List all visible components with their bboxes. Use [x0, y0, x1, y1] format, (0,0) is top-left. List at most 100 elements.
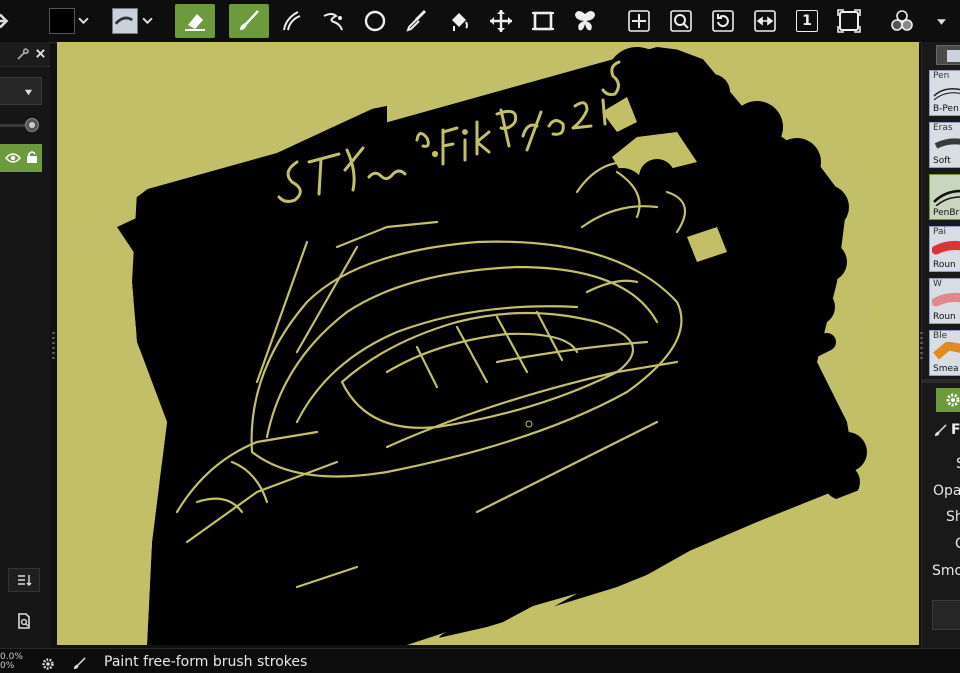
gear-icon: [946, 393, 960, 407]
property-label-smoothing: Smo: [932, 563, 960, 579]
brush-panel: Pen B-Pen Eras Soft PenBru Pai Roun W Ro…: [920, 42, 960, 648]
frame-tool-button[interactable]: [525, 4, 561, 38]
property-label-color: C: [955, 536, 960, 552]
caret-down-icon[interactable]: [934, 11, 948, 31]
brush-stroke-preview: [933, 88, 960, 101]
brush-stroke-preview: [932, 240, 960, 255]
caret-down-icon: [24, 89, 33, 96]
color-swatch: [49, 8, 75, 34]
wrench-icon[interactable]: [16, 47, 30, 61]
color-swatch-button[interactable]: [48, 4, 76, 38]
smudge-icon: [283, 11, 301, 31]
zoom-icon: [670, 10, 692, 32]
pan-icon: [628, 10, 650, 32]
brush-preset-watercolor[interactable]: W Roun: [929, 278, 960, 324]
brush-preset-eraser[interactable]: Eras Soft: [929, 122, 960, 168]
slider-handle[interactable]: [25, 118, 39, 132]
reset-zoom-icon: 1: [796, 10, 818, 32]
smooth-stroke-icon: [323, 13, 343, 31]
fit-view-button[interactable]: [831, 4, 867, 38]
settings-title: F: [951, 422, 960, 438]
rotate-view-button[interactable]: [705, 4, 741, 38]
brush-stroke-preview: [933, 342, 960, 360]
brush-settings-header: F: [922, 419, 960, 441]
color-picker-button[interactable]: [399, 4, 435, 38]
move-icon: [490, 10, 512, 32]
property-label-shape: Sh: [946, 509, 960, 525]
brush-preset-blend[interactable]: Ble Smea: [929, 330, 960, 376]
brush-category-label: Ble: [933, 331, 948, 341]
right-splitter[interactable]: [920, 332, 923, 362]
frame-icon: [532, 11, 554, 31]
circles-icon: [891, 10, 913, 31]
gear-icon[interactable]: [41, 657, 55, 671]
sketch-artwork: [57, 42, 919, 645]
brush-category-tab[interactable]: [936, 45, 960, 65]
status-bar: 0.0% 0% Paint free-form brush strokes: [0, 648, 960, 673]
ellipse-icon: [364, 10, 386, 32]
mirror-view-button[interactable]: [747, 4, 783, 38]
property-label-opacity: Opa: [933, 483, 960, 499]
main-toolbar: 1: [0, 0, 960, 43]
butterfly-icon: [575, 11, 595, 31]
brush-stroke-preview: [934, 138, 960, 149]
brush-settings-button[interactable]: [932, 600, 960, 630]
smudge-tool-button[interactable]: [273, 4, 309, 38]
lock-icon[interactable]: [26, 150, 38, 164]
brush-name-label: PenBru: [933, 208, 960, 218]
brush-category-label: Pai: [933, 227, 947, 237]
brush-preset-penbrush[interactable]: PenBru: [929, 174, 960, 220]
brush-icon: [934, 424, 947, 437]
paint-brush-button[interactable]: [229, 4, 269, 38]
new-document-button[interactable]: [8, 608, 40, 634]
symmetry-button[interactable]: [567, 4, 603, 38]
zoom-view-button[interactable]: [663, 4, 699, 38]
layer-row[interactable]: [0, 144, 42, 172]
brush-stroke-preview: [932, 292, 960, 307]
brush-name-label: Smea: [933, 364, 959, 374]
chevron-down-icon[interactable]: [76, 10, 90, 30]
rotate-icon: [712, 10, 734, 32]
mirror-icon: [754, 10, 776, 32]
pan-view-button[interactable]: [621, 4, 657, 38]
brush-name-label: Roun: [933, 312, 956, 322]
sort-layers-button[interactable]: [8, 568, 40, 592]
move-layer-button[interactable]: [483, 4, 519, 38]
eyedropper-icon: [406, 9, 427, 32]
brush-stroke-preview: [933, 189, 960, 206]
document-icon: [18, 613, 30, 629]
sort-icon: [18, 575, 32, 586]
blend-mode-select[interactable]: [0, 77, 42, 105]
ellipse-tool-button[interactable]: [357, 4, 393, 38]
workspace-button[interactable]: [884, 4, 920, 38]
brush-category-label: W: [933, 279, 942, 289]
brush-name-label: Roun: [933, 260, 956, 270]
eraser-mode-button[interactable]: [175, 4, 215, 38]
brush-name-label: B-Pen: [933, 104, 959, 114]
eye-icon[interactable]: [5, 152, 21, 164]
brush-name-label: Soft: [933, 156, 951, 166]
brush-preset-button[interactable]: [110, 4, 140, 38]
drawing-canvas[interactable]: [57, 42, 919, 645]
layers-panel-header: [0, 42, 50, 67]
zoom-line-2: 0%: [0, 661, 15, 671]
paint-brush-icon: [240, 10, 259, 30]
layers-panel: [0, 42, 55, 648]
left-splitter[interactable]: [52, 332, 55, 362]
chevron-down-icon[interactable]: [140, 10, 154, 30]
layer-opacity-slider[interactable]: [0, 116, 42, 134]
eraser-icon: [185, 14, 205, 31]
brush-preset-paint[interactable]: Pai Roun: [929, 226, 960, 272]
brush-settings-tab[interactable]: [936, 388, 960, 412]
smooth-stroke-button[interactable]: [315, 4, 351, 38]
brush-icon: [73, 657, 86, 670]
brush-category-label: Eras: [933, 123, 953, 133]
reset-zoom-button[interactable]: 1: [789, 4, 825, 38]
property-label-size: S: [956, 456, 960, 472]
zoom-readout: 0.0% 0%: [0, 653, 23, 671]
fit-view-icon: [837, 9, 861, 33]
brush-preset-pen[interactable]: Pen B-Pen: [929, 70, 960, 116]
fill-tool-button[interactable]: [441, 4, 477, 38]
close-icon[interactable]: [35, 48, 46, 59]
arrow-right-icon[interactable]: [0, 4, 14, 38]
